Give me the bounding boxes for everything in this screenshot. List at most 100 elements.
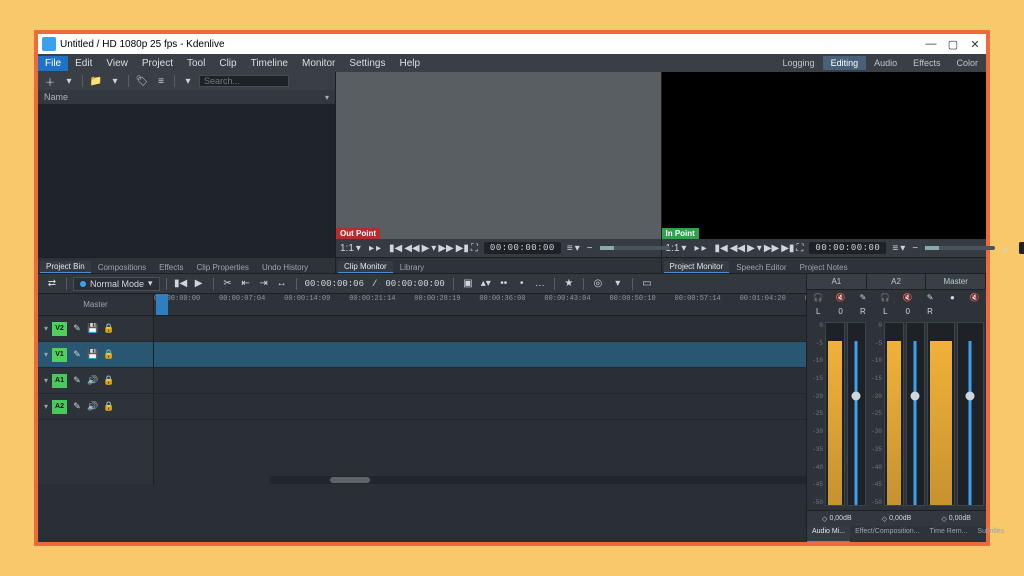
tab-effects[interactable]: Effects [153,262,189,273]
menu-clip[interactable]: Clip [212,56,243,71]
clip-timecode[interactable]: 00:00:00:00 [484,242,561,254]
tl-marker-button[interactable]: ▣ [460,276,476,292]
master-rec-icon[interactable]: ● [941,290,963,304]
proj-out-point-button[interactable]: ▸ [701,240,706,256]
window-minimize[interactable]: — [920,34,942,54]
tl-guides-button[interactable]: •• [496,276,512,292]
menu-tool[interactable]: Tool [180,56,212,71]
bin-body[interactable] [38,104,335,257]
track-a1-lock-icon[interactable]: 🔒 [103,375,115,387]
folder-chevron-icon[interactable]: ▾ [107,73,123,89]
bt-effect-composition[interactable]: Effect/Composition... [850,526,924,542]
track-v2-lock-icon[interactable]: 🔒 [103,323,115,335]
a1-headphones-icon[interactable]: 🎧 [807,290,829,304]
track-v2-edit-icon[interactable]: ✎ [71,323,83,335]
clip-rewind-button[interactable]: ◀◀ [404,240,419,256]
tab-compositions[interactable]: Compositions [92,262,152,273]
mode-audio[interactable]: Audio [866,56,905,70]
clip-out-point-button[interactable]: ▸ [376,240,381,256]
a2-headphones-icon[interactable]: 🎧 [874,290,896,304]
project-monitor-viewer[interactable]: In Point [662,72,987,239]
master-mute-icon[interactable]: 🔇 [964,290,986,304]
tab-library[interactable]: Library [394,262,430,273]
bt-time-remap[interactable]: Time Rem... [925,526,973,542]
menu-timeline[interactable]: Timeline [244,56,295,71]
tag-button[interactable]: 🏷 [134,73,150,89]
clip-ff-button[interactable]: ▶▶ [438,240,453,256]
options-button[interactable]: ≡ [153,73,169,89]
tl-preview-button[interactable]: ◎ [590,276,606,292]
mode-color[interactable]: Color [948,56,986,70]
menu-view[interactable]: View [99,56,135,71]
track-header-a1[interactable]: ▾ A1 ✎ 🔊 🔒 [38,368,153,394]
playhead-region[interactable] [156,294,168,315]
window-maximize[interactable]: ▢ [942,34,964,54]
menu-file[interactable]: File [38,56,68,71]
mixer-ch-master[interactable]: Master [926,274,986,289]
tl-cut-button[interactable]: ✂ [220,276,236,292]
track-a2-edit-icon[interactable]: ✎ [71,401,83,413]
timeline-config-button[interactable]: ⇄ [44,276,60,292]
folder-button[interactable]: 📁 [88,73,104,89]
menu-help[interactable]: Help [393,56,428,71]
track-v1-lock-icon[interactable]: 🔒 [103,349,115,361]
master-fader[interactable] [957,322,985,506]
track-v1-edit-icon[interactable]: ✎ [71,349,83,361]
proj-play-chevron-icon[interactable]: ▾ [757,240,762,256]
bt-audio-mixer[interactable]: Audio Mi... [807,526,850,542]
tab-clip-monitor[interactable]: Clip Monitor [338,261,393,273]
add-clip-button[interactable]: ＋ [42,73,58,89]
track-a2-lock-icon[interactable]: 🔒 [103,401,115,413]
tl-spacer-button[interactable]: ↔ [274,276,290,292]
a2-fader[interactable] [906,322,926,506]
proj-options-chevron-icon[interactable]: ▾ [900,240,905,256]
timeline-scroll-thumb[interactable] [330,477,370,483]
track-v2-collapse-icon[interactable]: ▾ [44,324,48,333]
mode-effects[interactable]: Effects [905,56,948,70]
a1-mute-icon[interactable]: 🔇 [829,290,851,304]
proj-skip-back-button[interactable]: ▮◀ [715,240,728,256]
bin-column-header[interactable]: Name ▾ [38,90,335,104]
tab-clip-properties[interactable]: Clip Properties [190,262,254,273]
track-a2-mute-icon[interactable]: 🔊 [87,401,99,413]
clip-skip-fwd-button[interactable]: ▶▮ [456,240,469,256]
a1-edit-icon[interactable]: ✎ [852,290,874,304]
a2-edit-icon[interactable]: ✎ [919,290,941,304]
proj-ratio-chevron-icon[interactable]: ▾ [681,240,686,256]
proj-zoom-in[interactable]: ＋ [997,240,1013,256]
tl-snap-button[interactable]: ▴▾ [478,276,494,292]
mixer-ch-a1[interactable]: A1 [807,274,867,289]
mode-logging[interactable]: Logging [775,56,823,70]
a1-fader[interactable] [847,322,867,506]
tl-trim-out-button[interactable]: ⇥ [256,276,272,292]
clip-ratio-label[interactable]: 1:1 [340,240,354,256]
proj-zoom-slider[interactable] [925,246,995,250]
track-v2-save-icon[interactable]: 💾 [87,323,99,335]
proj-options-button[interactable]: ≡ [892,240,898,256]
proj-in-point-button[interactable]: ▸ [694,240,699,256]
bt-subtitles[interactable]: Subtitles [972,526,1009,542]
tl-trim-in-button[interactable]: ⇤ [238,276,254,292]
track-header-v2[interactable]: ▾ V2 ✎ 💾 🔒 [38,316,153,342]
edit-mode-select[interactable]: Normal Mode ▾ [73,277,160,291]
tl-mixer-button[interactable]: ▭ [639,276,655,292]
proj-fullscreen-button[interactable]: ⛶ [796,240,803,256]
tab-project-monitor[interactable]: Project Monitor [664,261,730,273]
menu-edit[interactable]: Edit [68,56,99,71]
window-close[interactable]: ✕ [964,34,986,54]
track-header-a2[interactable]: ▾ A2 ✎ 🔊 🔒 [38,394,153,420]
tl-go-start-button[interactable]: ▮◀ [173,276,189,292]
clip-zoom-out[interactable]: − [582,240,598,256]
clip-fullscreen-button[interactable]: ⛶ [471,240,478,256]
clip-zoom-slider[interactable] [600,246,670,250]
tab-project-bin[interactable]: Project Bin [40,261,91,273]
track-a1-edit-icon[interactable]: ✎ [71,375,83,387]
track-a2-collapse-icon[interactable]: ▾ [44,402,48,411]
tl-timecode-a[interactable]: 00:00:00:06 [303,279,366,289]
tl-misc1-button[interactable]: • [514,276,530,292]
filter-chevron-icon[interactable]: ▾ [180,73,196,89]
tl-misc2-button[interactable]: … [532,276,548,292]
track-header-v1[interactable]: ▾ V1 ✎ 💾 🔒 [38,342,153,368]
track-a1-mute-icon[interactable]: 🔊 [87,375,99,387]
clip-options-button[interactable]: ≡ [567,240,573,256]
